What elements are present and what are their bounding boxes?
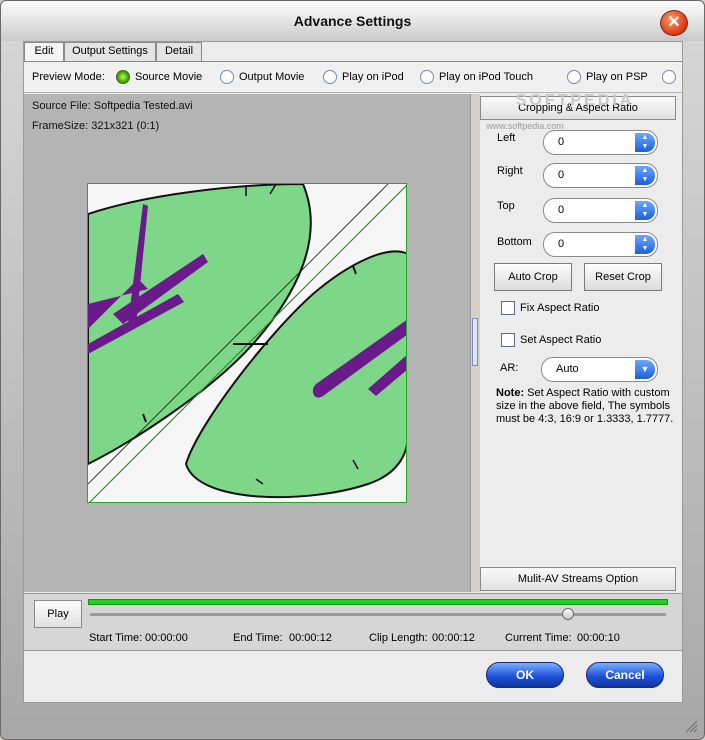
source-file-label: Source File: Softpedia Tested.avi	[32, 100, 193, 112]
left-value: 0	[558, 136, 565, 148]
radio-selected-icon	[116, 70, 130, 84]
right-spinner[interactable]: 0 ▲ ▼	[543, 163, 658, 188]
end-time-value: 00:00:12	[289, 632, 332, 644]
clip-length-label: Clip Length:	[369, 632, 428, 644]
radio-play-on-psp[interactable]: Play on PSP	[567, 69, 648, 85]
radio-label: Play on iPod	[342, 71, 404, 83]
note-bold: Note:	[496, 387, 525, 399]
clip-length-value: 00:00:12	[432, 632, 475, 644]
watermark-brand: SOFTPEDIA	[515, 92, 635, 109]
radio-label: Output Movie	[239, 71, 305, 83]
preview-mode-label: Preview Mode:	[32, 71, 105, 83]
fix-aspect-checkbox[interactable]: Fix Aspect Ratio	[501, 301, 599, 315]
radio-play-on-ipod-touch[interactable]: Play on iPod Touch	[420, 69, 533, 85]
clip-range-track[interactable]	[88, 599, 668, 605]
panel-splitter[interactable]	[470, 94, 480, 592]
spinner-arrows-icon[interactable]: ▲ ▼	[635, 201, 655, 220]
left-label: Left	[497, 132, 516, 144]
advance-settings-window: Advance Settings ✕ Edit Output Settings …	[0, 0, 705, 740]
end-time-label: End Time:	[233, 632, 283, 644]
frame-size-label: FrameSize: 321x321 (0:1)	[32, 120, 160, 132]
preview-pane: Source File: Softpedia Tested.avi FrameS…	[24, 94, 470, 592]
tab-edit[interactable]: Edit	[24, 42, 64, 62]
radio-icon	[220, 70, 234, 84]
ar-label: AR:	[500, 362, 519, 374]
radio-output-movie[interactable]: Output Movie	[220, 69, 304, 85]
ar-dropdown[interactable]: Auto ▼	[541, 357, 658, 382]
radio-label: Play on PSP	[586, 71, 648, 83]
radio-icon	[662, 70, 676, 84]
radio-label: Play on iPod Touch	[439, 71, 533, 83]
current-time-label: Current Time:	[505, 632, 572, 644]
spinner-arrows-icon[interactable]: ▲ ▼	[635, 166, 655, 185]
preview-mode-bar: Preview Mode: Source Movie Output Movie …	[24, 61, 682, 93]
set-aspect-checkbox[interactable]: Set Aspect Ratio	[501, 333, 601, 347]
bottom-value: 0	[558, 238, 565, 250]
reset-crop-button[interactable]: Reset Crop	[584, 263, 662, 291]
start-time-label: Start Time:	[89, 632, 143, 644]
radio-icon	[420, 70, 434, 84]
right-value: 0	[558, 169, 565, 181]
current-time-value: 00:00:10	[577, 632, 620, 644]
right-label: Right	[497, 165, 523, 177]
set-aspect-label: Set Aspect Ratio	[520, 334, 602, 346]
top-label: Top	[497, 200, 515, 212]
title-bar[interactable]: Advance Settings ✕	[1, 1, 704, 41]
ar-value: Auto	[556, 363, 579, 375]
bottom-spinner[interactable]: 0 ▲ ▼	[543, 232, 658, 257]
fix-aspect-label: Fix Aspect Ratio	[520, 302, 600, 314]
radio-icon	[323, 70, 337, 84]
top-spinner[interactable]: 0 ▲ ▼	[543, 198, 658, 223]
cancel-button[interactable]: Cancel	[586, 662, 664, 688]
bottom-label: Bottom	[497, 236, 532, 248]
ok-button[interactable]: OK	[486, 662, 564, 688]
radio-play-on-ipod[interactable]: Play on iPod	[323, 69, 404, 85]
radio-more[interactable]	[662, 69, 681, 85]
start-time-value: 00:00:00	[145, 632, 188, 644]
cropping-panel: Cropping & Aspect Ratio SOFTPEDIA www.so…	[480, 92, 682, 592]
multi-av-streams-button[interactable]: Mulit-AV Streams Option	[480, 567, 676, 591]
close-icon: ✕	[667, 14, 681, 31]
tab-output-settings[interactable]: Output Settings	[64, 42, 156, 61]
radio-icon	[567, 70, 581, 84]
radio-source-movie[interactable]: Source Movie	[116, 69, 202, 85]
video-frame-image	[88, 184, 406, 502]
play-button[interactable]: Play	[34, 600, 82, 628]
aspect-note: Note: Set Aspect Ratio with custom size …	[496, 387, 674, 426]
left-spinner[interactable]: 0 ▲ ▼	[543, 130, 658, 155]
auto-crop-button[interactable]: Auto Crop	[494, 263, 572, 291]
seek-slider-thumb[interactable]	[562, 608, 575, 620]
client-area: Edit Output Settings Detail Preview Mode…	[23, 41, 683, 703]
playback-bar: Play ◁ ▷ Start Time: 00:00:00 End Time: …	[24, 593, 682, 651]
spinner-arrows-icon[interactable]: ▲ ▼	[635, 133, 655, 152]
close-button[interactable]: ✕	[660, 10, 688, 36]
radio-label: Source Movie	[135, 71, 203, 83]
dialog-footer: OK Cancel	[24, 652, 682, 702]
tab-detail[interactable]: Detail	[156, 42, 202, 61]
seek-track[interactable]	[90, 613, 666, 616]
window-title: Advance Settings	[293, 13, 412, 29]
spinner-arrows-icon[interactable]: ▲ ▼	[635, 235, 655, 254]
chevron-down-icon[interactable]: ▼	[635, 360, 655, 379]
resize-grip-icon[interactable]	[684, 719, 698, 733]
video-frame	[87, 183, 407, 503]
tab-strip: Edit Output Settings Detail	[24, 42, 682, 62]
checkbox-icon	[501, 301, 515, 315]
checkbox-icon	[501, 333, 515, 347]
top-value: 0	[558, 204, 565, 216]
splitter-grip[interactable]	[472, 318, 478, 366]
